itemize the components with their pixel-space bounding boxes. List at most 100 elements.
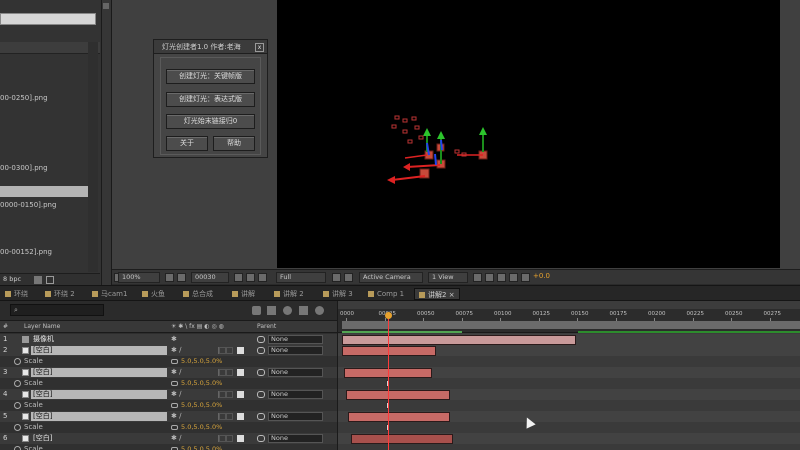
layer-name[interactable]: [空白] xyxy=(31,368,167,377)
pick-whip-icon[interactable] xyxy=(257,369,265,376)
layer-row[interactable]: 6 [空白] ✱ ∕ None xyxy=(0,433,337,444)
stopwatch-icon[interactable] xyxy=(14,446,21,450)
layer-label-swatch[interactable] xyxy=(22,435,29,442)
3d-layer-icon[interactable] xyxy=(237,413,244,420)
parent-select[interactable]: None xyxy=(268,412,323,421)
layer-row-camera[interactable]: 1 摄像机 ✱ None xyxy=(0,334,337,345)
create-light-keyframe-button[interactable]: 创建灯光：关键帧版 xyxy=(166,69,255,84)
comp-mini-flowchart-icon[interactable] xyxy=(252,306,261,315)
layer-label-swatch[interactable] xyxy=(22,369,29,376)
parent-select[interactable]: None xyxy=(268,368,323,377)
composition-viewer[interactable] xyxy=(277,0,780,268)
layer-switches[interactable]: ✱ ∕ xyxy=(171,390,221,399)
current-time-line[interactable] xyxy=(388,319,389,450)
fast-preview-icon[interactable] xyxy=(485,273,494,282)
color-channel-icon[interactable] xyxy=(258,273,267,282)
draft-3d-icon[interactable] xyxy=(267,306,276,315)
current-time-indicator[interactable] xyxy=(385,312,392,319)
property-row-scale[interactable]: Scale 5.0,5.0,5.0% xyxy=(0,400,337,411)
shy-layers-icon[interactable] xyxy=(283,306,292,315)
scale-value[interactable]: 5.0,5.0,5.0% xyxy=(181,356,222,367)
project-scrollbar[interactable] xyxy=(88,42,98,272)
tab-comp[interactable]: 火鱼 xyxy=(142,288,165,300)
tab-comp-active[interactable]: 讲解2 × xyxy=(414,288,460,300)
layer-row[interactable]: 2 [空白] ✱ ∕ None xyxy=(0,345,337,356)
layer-duration-bar[interactable] xyxy=(351,434,453,444)
create-light-expression-button[interactable]: 创建灯光：表达式版 xyxy=(166,92,255,107)
scale-value[interactable]: 5.0,5.0,5.0% xyxy=(181,378,222,389)
constrain-proportions-icon[interactable] xyxy=(171,425,178,430)
parent-select[interactable]: None xyxy=(268,346,323,355)
tab-comp[interactable]: 马cam1 xyxy=(92,288,127,300)
layer-row[interactable]: 3 [空白] ✱ ∕ None xyxy=(0,367,337,378)
parent-header[interactable]: Parent xyxy=(257,321,276,333)
layer-duration-bar[interactable] xyxy=(342,335,576,345)
3d-layer-icon[interactable] xyxy=(237,347,244,354)
layer-name[interactable]: [空白] xyxy=(31,412,167,421)
bpc-label[interactable]: 8 bpc xyxy=(3,275,21,283)
scroll-left-icon[interactable] xyxy=(46,276,54,284)
scale-value[interactable]: 5.0,5.0,5.0% xyxy=(181,422,222,433)
layer-switches[interactable]: ✱ ∕ xyxy=(171,368,221,377)
exposure-value[interactable]: +0.0 xyxy=(533,272,550,280)
parent-select[interactable]: None xyxy=(268,335,323,344)
close-button[interactable]: x xyxy=(255,43,264,52)
layer-row[interactable]: 5 [空白] ✱ ∕ None xyxy=(0,411,337,422)
layer-duration-bar[interactable] xyxy=(342,346,436,356)
scale-value[interactable]: 5.0,5.0,5.0% xyxy=(181,400,222,411)
property-row-scale[interactable]: Scale 5.0,5.0,5.0% xyxy=(0,422,337,433)
layer-name-header[interactable]: Layer Name xyxy=(24,321,60,333)
project-item-selected[interactable] xyxy=(0,186,96,197)
pick-whip-icon[interactable] xyxy=(257,336,265,343)
show-snapshot-icon[interactable] xyxy=(246,273,255,282)
layer-duration-bar[interactable] xyxy=(348,412,450,422)
tab-comp[interactable]: 总合成 xyxy=(183,288,213,300)
region-of-interest-icon[interactable] xyxy=(332,273,341,282)
layer-label-swatch[interactable] xyxy=(22,413,29,420)
layer-switches[interactable]: ✱ xyxy=(171,335,221,344)
tab-comp[interactable]: Comp 1 xyxy=(368,288,404,300)
motion-blur-icon[interactable] xyxy=(315,306,324,315)
parent-select[interactable]: None xyxy=(268,390,323,399)
stopwatch-icon[interactable] xyxy=(14,380,21,387)
tab-comp[interactable]: 讲解 3 xyxy=(323,288,353,300)
mask-icon[interactable] xyxy=(177,273,186,282)
pick-whip-icon[interactable] xyxy=(257,435,265,442)
camera-view-select[interactable]: Active Camera xyxy=(359,272,423,283)
layer-name[interactable]: [空白] xyxy=(33,433,52,444)
grid-icon[interactable] xyxy=(165,273,174,282)
pick-whip-icon[interactable] xyxy=(257,413,265,420)
project-search-field[interactable] xyxy=(0,13,96,25)
layer-label-swatch[interactable] xyxy=(22,391,29,398)
project-item[interactable]: 00-0250].png xyxy=(0,93,96,104)
layer-switches[interactable]: ✱ ∕ xyxy=(171,346,221,355)
project-item[interactable]: 00-00152].png xyxy=(0,247,96,258)
stopwatch-icon[interactable] xyxy=(14,402,21,409)
constrain-proportions-icon[interactable] xyxy=(171,359,178,364)
scale-value[interactable]: 5.0,5.0,5.0% xyxy=(181,444,222,450)
magnification-select[interactable]: 100% xyxy=(118,272,160,283)
parent-select[interactable]: None xyxy=(268,434,323,443)
pick-whip-icon[interactable] xyxy=(257,391,265,398)
timeline-icon[interactable] xyxy=(497,273,506,282)
3d-layer-icon[interactable] xyxy=(237,435,244,442)
pick-whip-icon[interactable] xyxy=(257,347,265,354)
exposure-reset-icon[interactable] xyxy=(521,273,530,282)
property-row-scale[interactable]: Scale 5.0,5.0,5.0% xyxy=(0,378,337,389)
tab-comp[interactable]: 环绕 2 xyxy=(45,288,75,300)
about-button[interactable]: 关于 xyxy=(166,136,208,151)
timeline-search-input[interactable]: ⌕ xyxy=(10,304,104,316)
layer-name[interactable]: 摄像机 xyxy=(33,334,54,345)
stopwatch-icon[interactable] xyxy=(14,424,21,431)
3d-layer-icon[interactable] xyxy=(237,369,244,376)
layer-switches[interactable]: ✱ ∕ xyxy=(171,434,221,443)
view-layout-select[interactable]: 1 View xyxy=(428,272,468,283)
layer-name[interactable]: [空白] xyxy=(31,390,167,399)
layer-name[interactable]: [空白] xyxy=(31,346,167,355)
panel-menu-icon[interactable] xyxy=(103,3,109,9)
timecode-field[interactable]: 00030 xyxy=(191,272,229,283)
help-button[interactable]: 帮助 xyxy=(213,136,255,151)
layer-duration-bar[interactable] xyxy=(346,390,450,400)
project-item[interactable]: 0000-0150].png xyxy=(0,200,96,211)
reset-light-link-button[interactable]: 灯光始末链接归0 xyxy=(166,114,255,129)
